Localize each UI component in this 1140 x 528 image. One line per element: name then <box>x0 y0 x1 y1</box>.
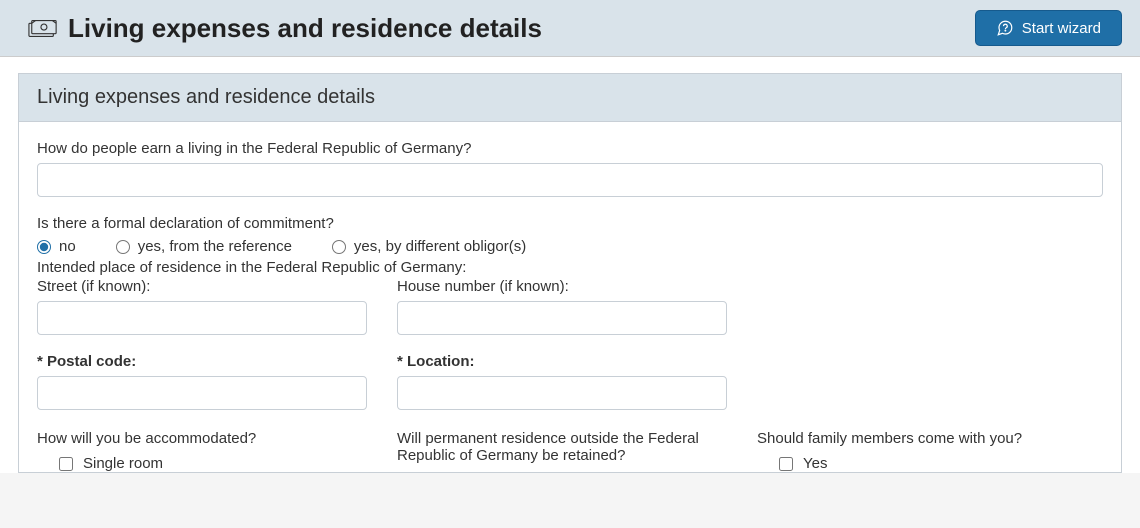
commitment-no-label: no <box>59 238 76 255</box>
single-room-label: Single room <box>83 455 163 472</box>
family-yes-checkbox[interactable] <box>779 457 793 471</box>
house-number-input[interactable] <box>397 301 727 335</box>
family-yes-label: Yes <box>803 455 827 472</box>
commitment-yesobl-option[interactable]: yes, by different obligor(s) <box>332 238 526 255</box>
permanent-label: Will permanent residence outside the Fed… <box>397 430 727 464</box>
street-input[interactable] <box>37 301 367 335</box>
money-icon <box>28 18 58 38</box>
single-room-checkbox[interactable] <box>59 457 73 471</box>
address-row-1: Street (if known): House number (if know… <box>37 278 1103 335</box>
chat-icon <box>996 19 1014 37</box>
commitment-yesref-option[interactable]: yes, from the reference <box>116 238 292 255</box>
commitment-yesobl-radio[interactable] <box>332 240 346 254</box>
postal-col: * Postal code: <box>37 353 367 410</box>
bottom-questions: How will you be accommodated? Single roo… <box>37 430 1103 472</box>
street-col: Street (if known): <box>37 278 367 335</box>
accommodated-col: How will you be accommodated? Single roo… <box>37 430 367 472</box>
postal-code-input[interactable] <box>37 376 367 410</box>
permanent-col: Will permanent residence outside the Fed… <box>397 430 727 472</box>
page-header: Living expenses and residence details St… <box>0 0 1140 57</box>
family-col: Should family members come with you? Yes <box>757 430 1087 472</box>
page-container: Living expenses and residence details St… <box>0 0 1140 473</box>
earn-living-input[interactable] <box>37 163 1103 197</box>
commitment-yesref-label: yes, from the reference <box>138 238 292 255</box>
family-label: Should family members come with you? <box>757 430 1087 447</box>
wizard-button-label: Start wizard <box>1022 20 1101 37</box>
commitment-no-radio[interactable] <box>37 240 51 254</box>
commitment-yesref-radio[interactable] <box>116 240 130 254</box>
commitment-label: Is there a formal declaration of commitm… <box>37 215 1103 232</box>
accommodated-label: How will you be accommodated? <box>37 430 367 447</box>
commitment-yesobl-label: yes, by different obligor(s) <box>354 238 526 255</box>
start-wizard-button[interactable]: Start wizard <box>975 10 1122 46</box>
postal-label: * Postal code: <box>37 353 367 370</box>
single-room-option[interactable]: Single room <box>37 455 367 472</box>
family-yes-option[interactable]: Yes <box>757 455 1087 472</box>
form-panel: Living expenses and residence details Ho… <box>18 73 1122 473</box>
intended-place-label: Intended place of residence in the Feder… <box>37 259 1103 276</box>
commitment-no-option[interactable]: no <box>37 238 76 255</box>
address-row-2: * Postal code: * Location: <box>37 353 1103 410</box>
street-label: Street (if known): <box>37 278 367 295</box>
house-col: House number (if known): <box>397 278 727 335</box>
panel-title: Living expenses and residence details <box>19 74 1121 122</box>
header-left: Living expenses and residence details <box>28 13 542 44</box>
location-label: * Location: <box>397 353 727 370</box>
house-label: House number (if known): <box>397 278 727 295</box>
page-title: Living expenses and residence details <box>68 13 542 44</box>
location-input[interactable] <box>397 376 727 410</box>
location-col: * Location: <box>397 353 727 410</box>
commitment-row: Is there a formal declaration of commitm… <box>37 215 1103 255</box>
earn-living-label: How do people earn a living in the Feder… <box>37 140 1103 157</box>
panel-body: How do people earn a living in the Feder… <box>19 122 1121 472</box>
commitment-options: no yes, from the reference yes, by diffe… <box>37 238 1103 255</box>
earn-living-row: How do people earn a living in the Feder… <box>37 140 1103 197</box>
